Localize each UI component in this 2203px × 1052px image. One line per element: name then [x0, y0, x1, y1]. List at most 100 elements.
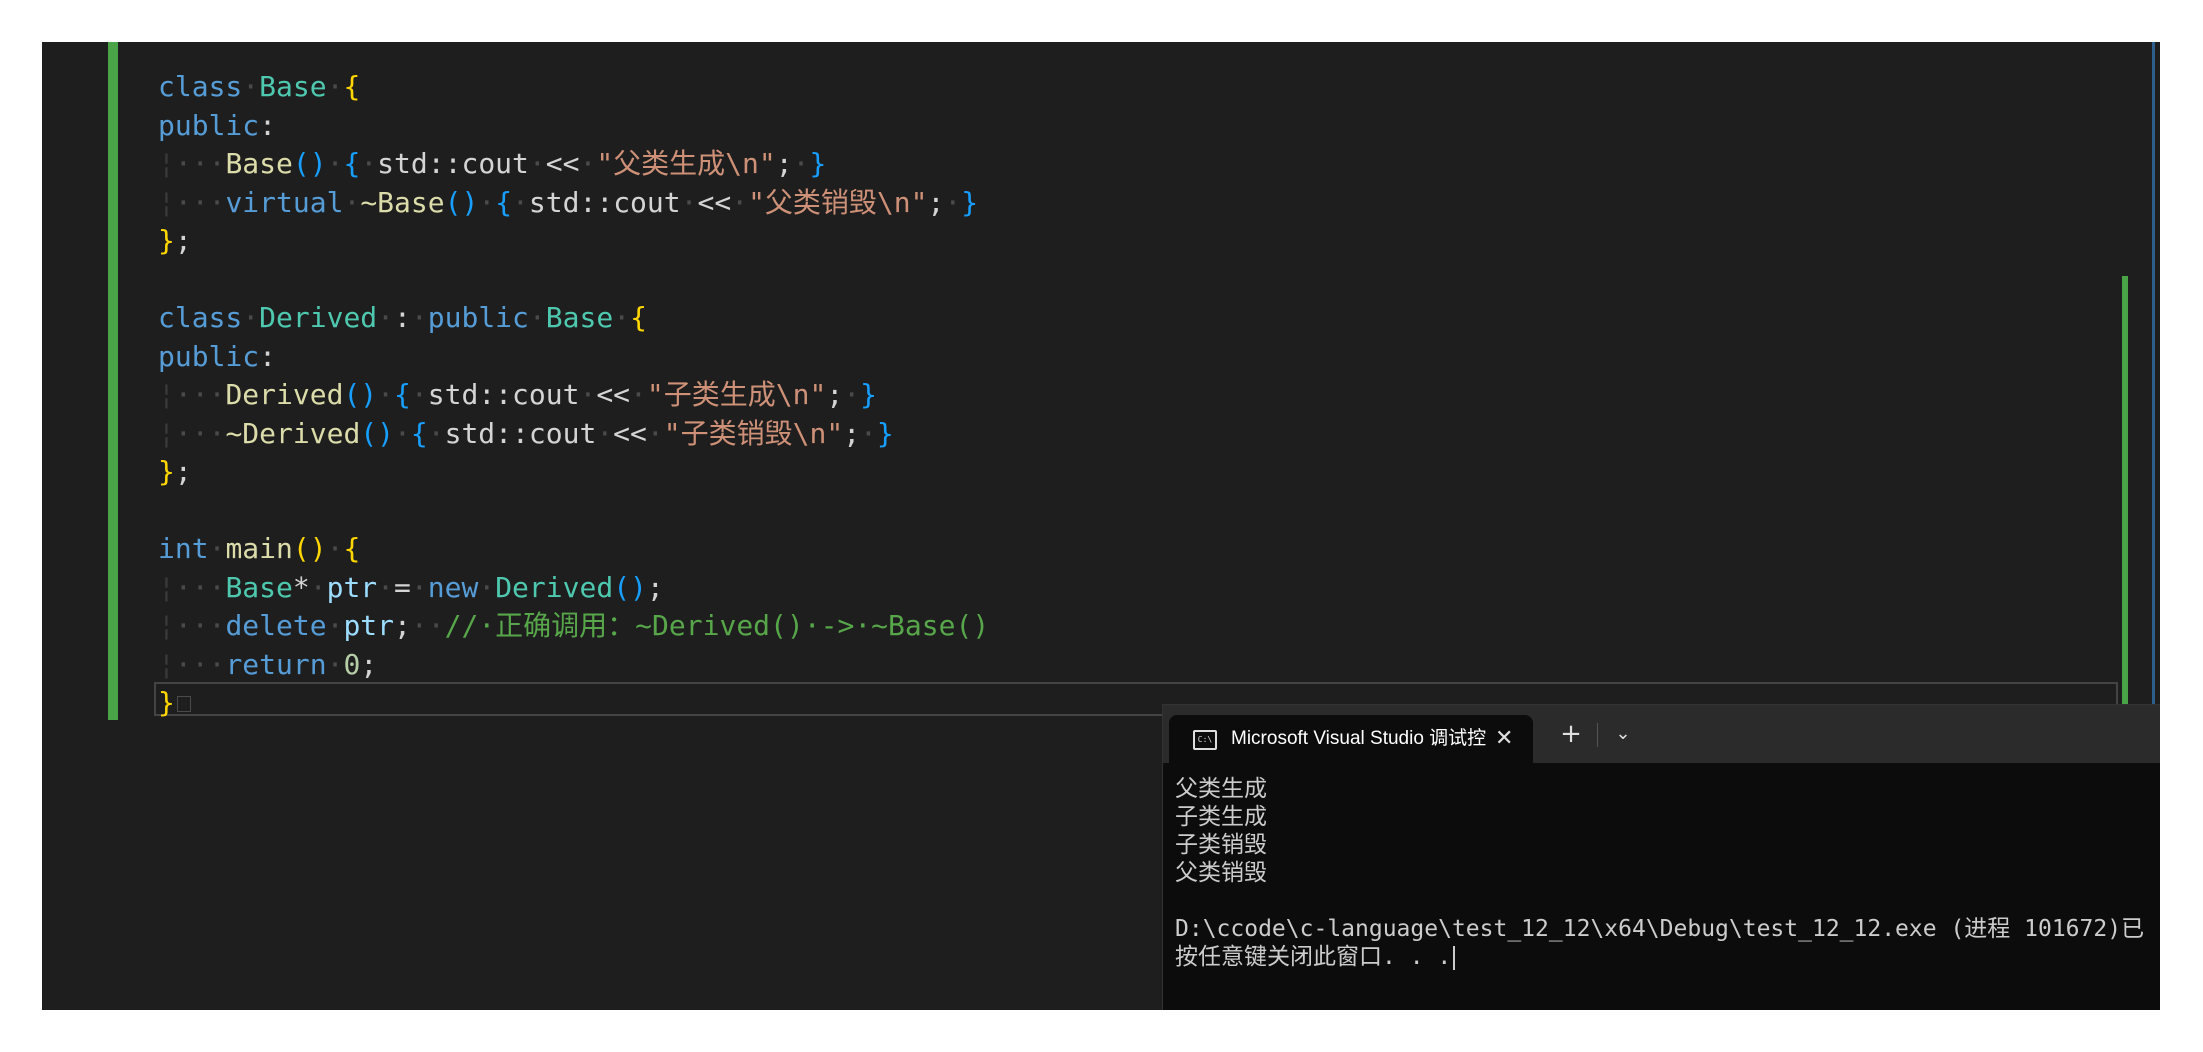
code-token: return [225, 647, 327, 681]
code-token: () [292, 147, 327, 180]
code-token: //·正确调用：~Derived()·->·~Base() [444, 609, 990, 642]
code-token: delete [225, 609, 327, 642]
scrollbar-change-marker [2122, 276, 2128, 706]
code-token: · [427, 416, 445, 450]
code-token: Base [225, 570, 293, 604]
code-line[interactable]: } [158, 684, 989, 723]
code-token: ptr [343, 609, 395, 642]
code-token: new [427, 570, 479, 604]
code-token: · [326, 532, 344, 565]
code-token: ptr [326, 570, 378, 604]
code-token: ; [775, 147, 793, 180]
prompt-text: 按任意键关闭此窗口. . . [1175, 944, 1452, 970]
code-token: "父类销毁\n" [748, 185, 928, 219]
code-token: << [697, 185, 732, 219]
editor-right-edge [2152, 42, 2155, 742]
code-token: } [961, 185, 979, 219]
code-token: { [343, 532, 361, 565]
code-token: "子类生成\n" [646, 378, 827, 411]
code-token: class [158, 70, 243, 103]
code-token: ; [826, 378, 844, 411]
code-token: · [860, 416, 877, 450]
console-icon: C:\ [1193, 730, 1217, 750]
code-token: Derived [259, 301, 378, 334]
code-line[interactable]: ¦···Derived()·{·std::cout·<<·"子类生成\n";·} [158, 376, 989, 415]
code-token: { [394, 378, 411, 411]
code-token: : [259, 339, 277, 373]
code-token: · [309, 570, 327, 604]
code-token: · [646, 416, 664, 450]
code-token: main [225, 532, 293, 565]
code-line[interactable]: class·Derived·:·public·Base·{ [158, 299, 989, 338]
code-token: · [579, 147, 597, 180]
console-output: 父类生成 子类生成 子类销毁 父类销毁 D:\ccode\c-language\… [1175, 775, 2160, 971]
code-token: · [512, 185, 529, 219]
code-token: ··· [174, 416, 226, 450]
code-token: ¦ [158, 147, 175, 180]
code-token: class [158, 301, 243, 334]
code-token: · [242, 301, 260, 334]
code-line[interactable]: int·main()·{ [158, 530, 989, 569]
code-token: () [292, 532, 327, 565]
terminal-tab[interactable]: C:\ Microsoft Visual Studio 调试控 ✕ [1169, 715, 1533, 763]
code-token: ; [646, 570, 664, 604]
code-token: { [343, 147, 361, 180]
code-line[interactable]: ¦···virtual·~Base()·{·std::cout·<<·"父类销毁… [158, 184, 989, 223]
change-indicator-bar [108, 42, 118, 720]
code-token: ·· [410, 609, 445, 642]
code-token: << [613, 416, 647, 450]
code-line[interactable]: ​ [158, 261, 989, 300]
code-token: Base [225, 147, 293, 180]
code-line[interactable]: }; [158, 453, 989, 492]
code-line[interactable]: public: [158, 338, 989, 377]
code-token: · [528, 301, 546, 334]
code-line[interactable]: ​ [158, 492, 989, 531]
code-token: · [326, 147, 344, 180]
code-token: ¦ [158, 185, 175, 219]
code-token: · [410, 301, 428, 334]
code-line[interactable]: ¦···delete·ptr;··//·正确调用：~Derived()·->·~… [158, 607, 989, 646]
prompt-line: 按任意键关闭此窗口. . . [1175, 943, 2160, 971]
code-line[interactable]: ¦···Base*·ptr·=·new·Derived(); [158, 569, 989, 608]
code-token: ··· [174, 147, 226, 180]
code-token: std::cout [444, 416, 597, 450]
code-token: · [343, 185, 361, 219]
terminal-tab-bar: C:\ Microsoft Visual Studio 调试控 ✕ + ⌄ [1163, 705, 2160, 763]
code-token: · [680, 185, 698, 219]
output-line: 父类销毁 [1175, 860, 1267, 886]
code-line[interactable]: ¦···return·0; [158, 646, 989, 685]
code-token: Derived [225, 378, 344, 411]
tab-separator [1597, 723, 1598, 747]
code-line[interactable]: class·Base·{ [158, 68, 989, 107]
debug-console-window[interactable]: C:\ Microsoft Visual Studio 调试控 ✕ + ⌄ 父类… [1162, 704, 2160, 1010]
code-token: { [495, 185, 513, 219]
close-icon[interactable]: ✕ [1495, 715, 1513, 763]
chevron-down-icon[interactable]: ⌄ [1605, 713, 1641, 755]
code-token: · [242, 70, 260, 103]
code-line[interactable]: ¦···~Derived()·{·std::cout·<<·"子类销毁\n";·… [158, 415, 989, 454]
code-line[interactable]: public: [158, 107, 989, 146]
code-token: ; [174, 455, 192, 488]
output-line: 父类生成 [1175, 776, 1267, 802]
line-end-marker [176, 696, 191, 712]
code-token: · [630, 378, 647, 411]
code-token: · [326, 70, 344, 103]
code-editor[interactable]: class·Base·{public: ¦···Base()·{·std::cou… [158, 68, 989, 723]
code-token: std::cout [377, 147, 529, 180]
code-token: · [208, 532, 226, 565]
code-token: · [579, 378, 597, 411]
code-token: () [613, 570, 647, 604]
output-line: 子类销毁 [1175, 832, 1267, 858]
new-tab-button[interactable]: + [1551, 713, 1591, 755]
code-token: public [158, 339, 260, 373]
code-token: · [613, 301, 631, 334]
code-token: ··· [174, 570, 226, 604]
code-line[interactable]: ¦···Base()·{·std::cout·<<·"父类生成\n";·} [158, 145, 989, 184]
code-token: · [731, 185, 749, 219]
code-line[interactable]: }; [158, 222, 989, 261]
code-token: ~Base [360, 185, 445, 219]
code-token: } [158, 224, 175, 257]
code-token: · [792, 147, 810, 180]
code-token: ~Derived [225, 416, 361, 450]
